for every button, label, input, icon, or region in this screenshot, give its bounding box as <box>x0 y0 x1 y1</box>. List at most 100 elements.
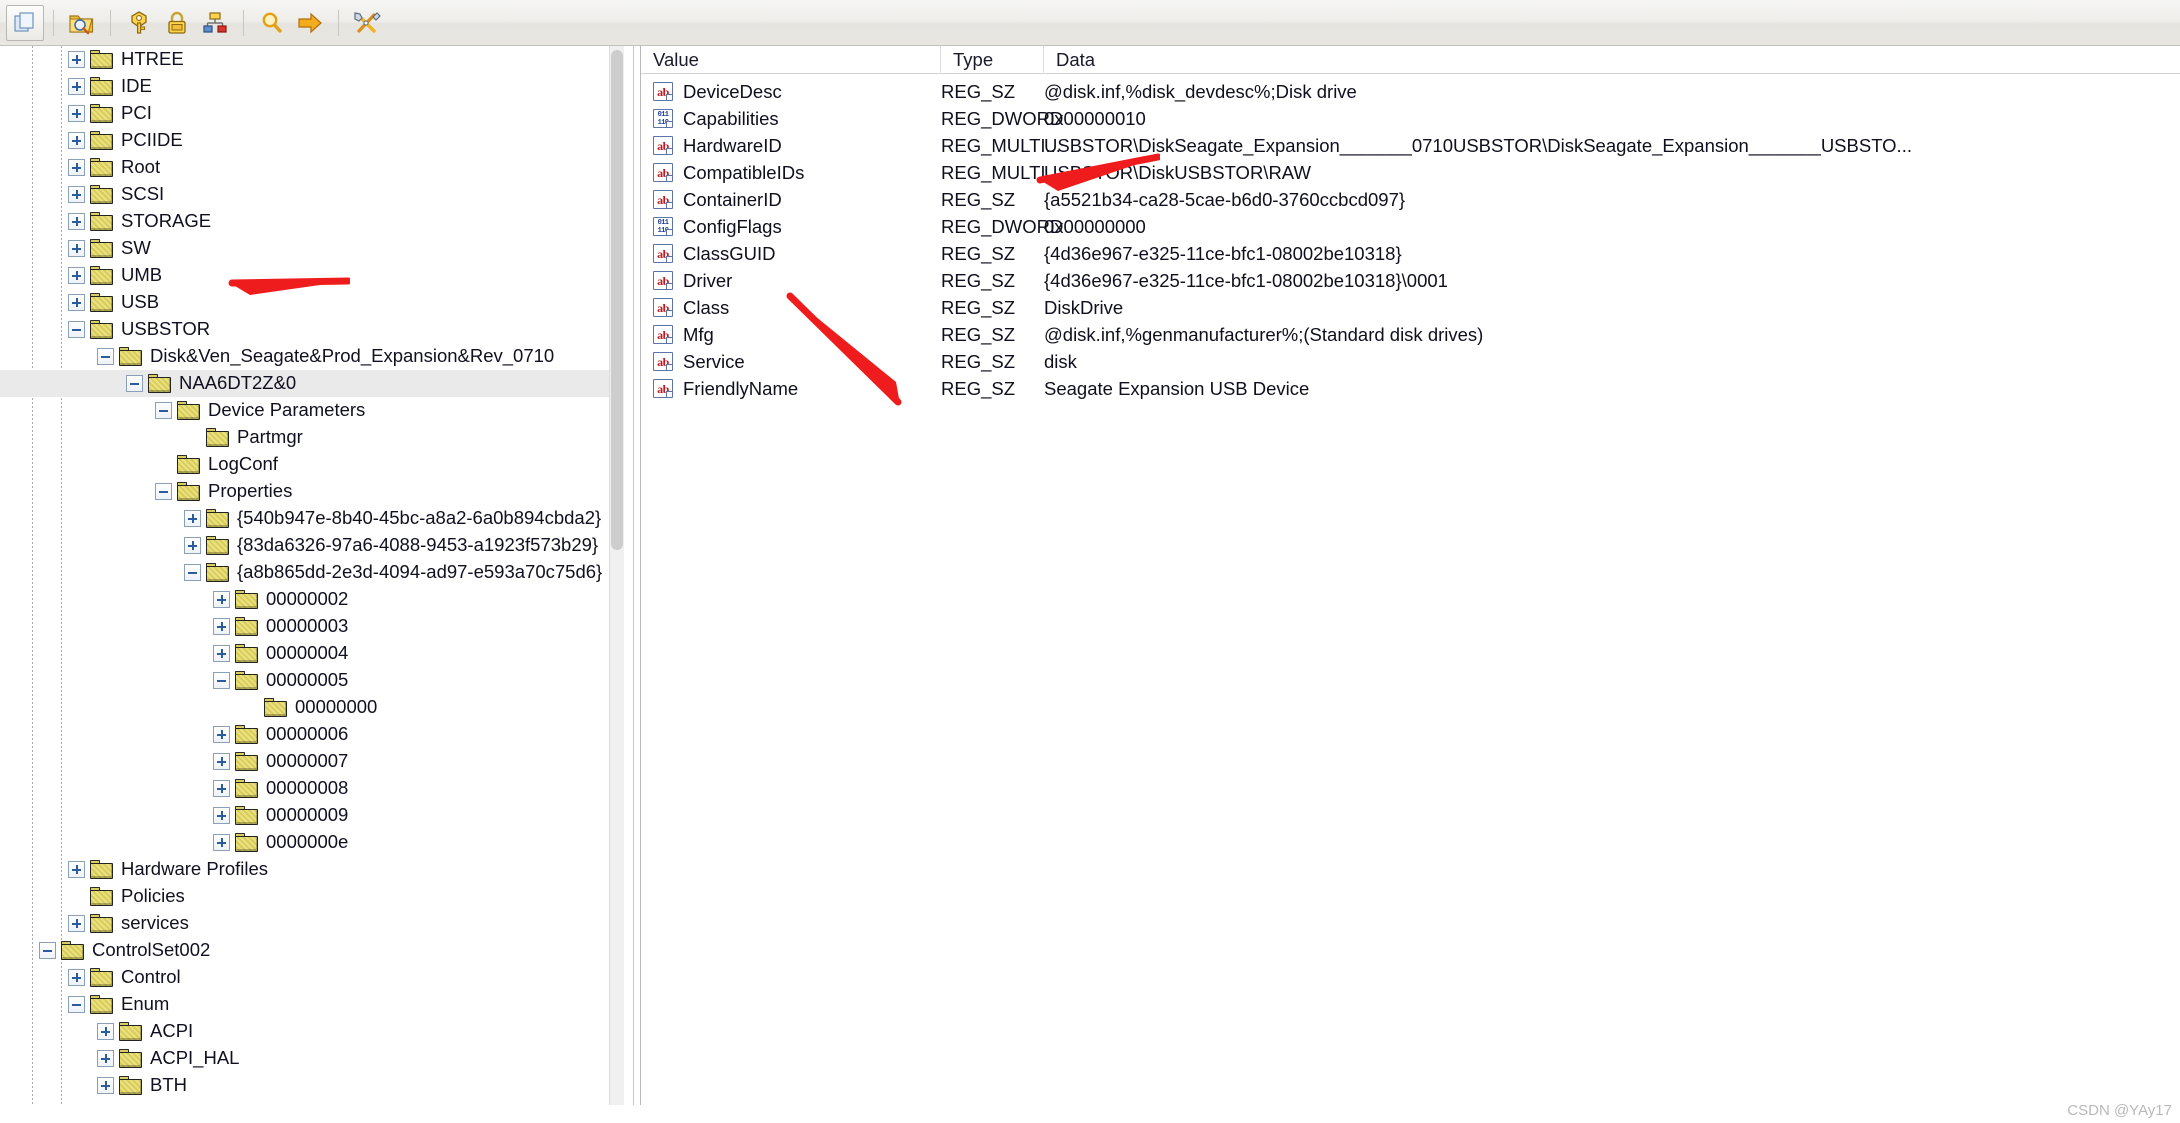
table-row[interactable]: Capabilities REG_DWORD0x00000010 <box>641 105 2180 132</box>
expand-icon[interactable] <box>68 51 85 68</box>
collapse-icon[interactable] <box>97 348 114 365</box>
expand-icon[interactable] <box>68 105 85 122</box>
expand-icon[interactable] <box>68 159 85 176</box>
tree-item-umb[interactable]: UMB <box>0 262 624 289</box>
tree-item-prop-00000000[interactable]: 00000000 <box>0 694 624 721</box>
tree-item-enum[interactable]: Enum <box>0 991 624 1018</box>
permissions-button[interactable] <box>158 5 196 41</box>
tree-item-prop-00000008[interactable]: 00000008 <box>0 775 624 802</box>
table-row[interactable]: Service REG_SZ disk <box>641 348 2180 375</box>
tree-item-root[interactable]: Root <box>0 154 624 181</box>
expand-icon[interactable] <box>213 618 230 635</box>
table-row[interactable]: HardwareID REG_MULTI...USBSTOR\DiskSeagat… <box>641 132 2180 159</box>
collapse-icon[interactable] <box>126 375 143 392</box>
tools-button[interactable] <box>348 5 386 41</box>
tree-item-prop-00000002[interactable]: 00000002 <box>0 586 624 613</box>
expand-icon[interactable] <box>213 807 230 824</box>
expand-icon[interactable] <box>68 915 85 932</box>
expand-icon[interactable] <box>97 1077 114 1094</box>
tree-item-usbstor[interactable]: USBSTOR <box>0 316 624 343</box>
tree-item-pciide[interactable]: PCIIDE <box>0 127 624 154</box>
collapse-icon[interactable] <box>155 483 172 500</box>
expand-icon[interactable] <box>68 969 85 986</box>
tree-item-guid-83da6326[interactable]: {83da6326-97a6-4088-9453-a1923f573b29} <box>0 532 624 559</box>
tree-item-prop-00000003[interactable]: 00000003 <box>0 613 624 640</box>
key-button[interactable] <box>120 5 158 41</box>
tree-item-prop-00000007[interactable]: 00000007 <box>0 748 624 775</box>
table-row[interactable]: Class REG_SZ DiskDrive <box>641 294 2180 321</box>
tree-item-prop-0000000e[interactable]: 0000000e <box>0 829 624 856</box>
expand-icon[interactable] <box>68 267 85 284</box>
collapse-icon[interactable] <box>184 564 201 581</box>
tree-vertical-scrollbar-thumb[interactable] <box>611 50 623 550</box>
expand-icon[interactable] <box>213 591 230 608</box>
tree-item-properties[interactable]: Properties <box>0 478 624 505</box>
tree-item-htree[interactable]: HTREE <box>0 46 624 73</box>
tree-item-bth[interactable]: BTH <box>0 1072 624 1099</box>
expand-icon[interactable] <box>68 213 85 230</box>
tree-item-logconf[interactable]: LogConf <box>0 451 624 478</box>
tree-item-prop-00000004[interactable]: 00000004 <box>0 640 624 667</box>
search-button[interactable] <box>253 5 291 41</box>
table-row[interactable]: Mfg REG_SZ @disk.inf,%genmanufacturer%;(St… <box>641 321 2180 348</box>
expand-icon[interactable] <box>213 645 230 662</box>
collapse-icon[interactable] <box>39 942 56 959</box>
expand-icon[interactable] <box>213 780 230 797</box>
collapse-icon[interactable] <box>213 672 230 689</box>
copy-button[interactable] <box>6 4 44 41</box>
tree-item-naa6dt2z[interactable]: NAA6DT2Z&0 <box>0 370 624 397</box>
expand-icon[interactable] <box>97 1050 114 1067</box>
table-row[interactable]: ClassGUID REG_SZ {4d36e967-e325-11ce-bfc1-… <box>641 240 2180 267</box>
expand-icon[interactable] <box>68 186 85 203</box>
tree-item-ide[interactable]: IDE <box>0 73 624 100</box>
column-header-value[interactable]: Value <box>641 46 941 74</box>
tree-item-scsi[interactable]: SCSI <box>0 181 624 208</box>
tree-item-acpi[interactable]: ACPI <box>0 1018 624 1045</box>
tree-item-disk-ven-seagate[interactable]: Disk&Ven_Seagate&Prod_Expansion&Rev_0710 <box>0 343 624 370</box>
table-row[interactable]: DeviceDesc REG_SZ @disk.inf,%disk_devdesc%… <box>641 78 2180 105</box>
table-row[interactable]: ContainerID REG_SZ {a5521b34-ca28-5cae-b6d… <box>641 186 2180 213</box>
expand-icon[interactable] <box>184 510 201 527</box>
tree-item-sw[interactable]: SW <box>0 235 624 262</box>
table-row[interactable]: FriendlyName REG_SZ Seagate Expansion USB … <box>641 375 2180 402</box>
expand-icon[interactable] <box>68 294 85 311</box>
expand-icon[interactable] <box>68 78 85 95</box>
tree-item-controlset002[interactable]: ControlSet002 <box>0 937 624 964</box>
tree-item-device-parameters[interactable]: Device Parameters <box>0 397 624 424</box>
collapse-icon[interactable] <box>68 321 85 338</box>
tree-item-partmgr[interactable]: Partmgr <box>0 424 624 451</box>
tree-item-usb[interactable]: USB <box>0 289 624 316</box>
expand-icon[interactable] <box>97 1023 114 1040</box>
expand-icon[interactable] <box>213 834 230 851</box>
expand-icon[interactable] <box>184 537 201 554</box>
registry-tree-pane[interactable]: HTREE IDE PCI PCIIDE Root SCSI STORAGE SW UMB USB… <box>0 46 640 1123</box>
collapse-icon[interactable] <box>68 996 85 1013</box>
go-button[interactable] <box>291 5 329 41</box>
tree-item-services[interactable]: services <box>0 910 624 937</box>
expand-icon[interactable] <box>213 753 230 770</box>
registry-values-pane[interactable]: Value Type Data DeviceDesc REG_SZ @disk.in… <box>640 46 2180 1123</box>
tree-item-guid-540b947e[interactable]: {540b947e-8b40-45bc-a8a2-6a0b894cbda2} <box>0 505 624 532</box>
tree-item-guid-a8b865dd[interactable]: {a8b865dd-2e3d-4094-ad97-e593a70c75d6} <box>0 559 624 586</box>
expand-icon[interactable] <box>68 240 85 257</box>
tree-item-hardware-profiles[interactable]: Hardware Profiles <box>0 856 624 883</box>
table-row[interactable]: ConfigFlags REG_DWORD0x00000000 <box>641 213 2180 240</box>
network-button[interactable] <box>196 5 234 41</box>
tree-item-prop-00000009[interactable]: 00000009 <box>0 802 624 829</box>
column-header-data[interactable]: Data <box>1044 46 2180 74</box>
collapse-icon[interactable] <box>155 402 172 419</box>
expand-icon[interactable] <box>68 861 85 878</box>
find-folder-button[interactable] <box>63 5 101 41</box>
column-header-type[interactable]: Type <box>941 46 1044 74</box>
tree-item-pci[interactable]: PCI <box>0 100 624 127</box>
expand-icon[interactable] <box>213 726 230 743</box>
tree-item-storage[interactable]: STORAGE <box>0 208 624 235</box>
tree-item-policies[interactable]: Policies <box>0 883 624 910</box>
table-row[interactable]: CompatibleIDs REG_MULTI...USBSTOR\DiskUSB… <box>641 159 2180 186</box>
table-row[interactable]: Driver REG_SZ {4d36e967-e325-11ce-bfc1-080… <box>641 267 2180 294</box>
expand-icon[interactable] <box>68 132 85 149</box>
tree-item-acpi-hal[interactable]: ACPI_HAL <box>0 1045 624 1072</box>
tree-vertical-scrollbar[interactable] <box>609 46 624 1123</box>
tree-item-control[interactable]: Control <box>0 964 624 991</box>
tree-item-prop-00000005[interactable]: 00000005 <box>0 667 624 694</box>
